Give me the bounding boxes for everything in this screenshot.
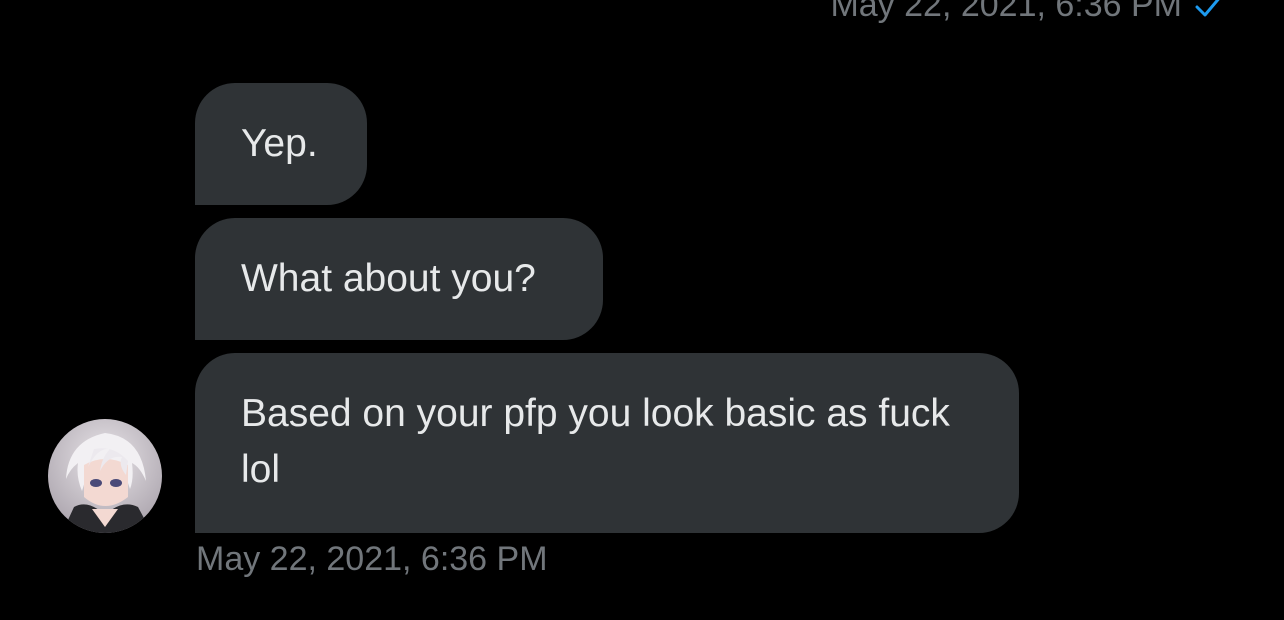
message-text: Yep. bbox=[241, 122, 318, 165]
message-text: Based on your pfp you look basic as fuck… bbox=[241, 392, 950, 491]
message-timestamp: May 22, 2021, 6:36 PM bbox=[196, 540, 548, 578]
message-group: Yep. What about you? Based on your pfp y… bbox=[195, 83, 1019, 533]
message-text: What about you? bbox=[241, 257, 536, 300]
message-bubble[interactable]: Yep. bbox=[195, 83, 367, 205]
message-bubble[interactable]: Based on your pfp you look basic as fuck… bbox=[195, 353, 1019, 533]
sent-timestamp: May 22, 2021, 6:36 PM bbox=[830, 0, 1182, 24]
message-bubble[interactable]: What about you? bbox=[195, 218, 603, 340]
avatar[interactable] bbox=[48, 419, 162, 533]
sent-message-meta: May 22, 2021, 6:36 PM bbox=[830, 0, 1224, 25]
check-icon bbox=[1194, 0, 1224, 21]
